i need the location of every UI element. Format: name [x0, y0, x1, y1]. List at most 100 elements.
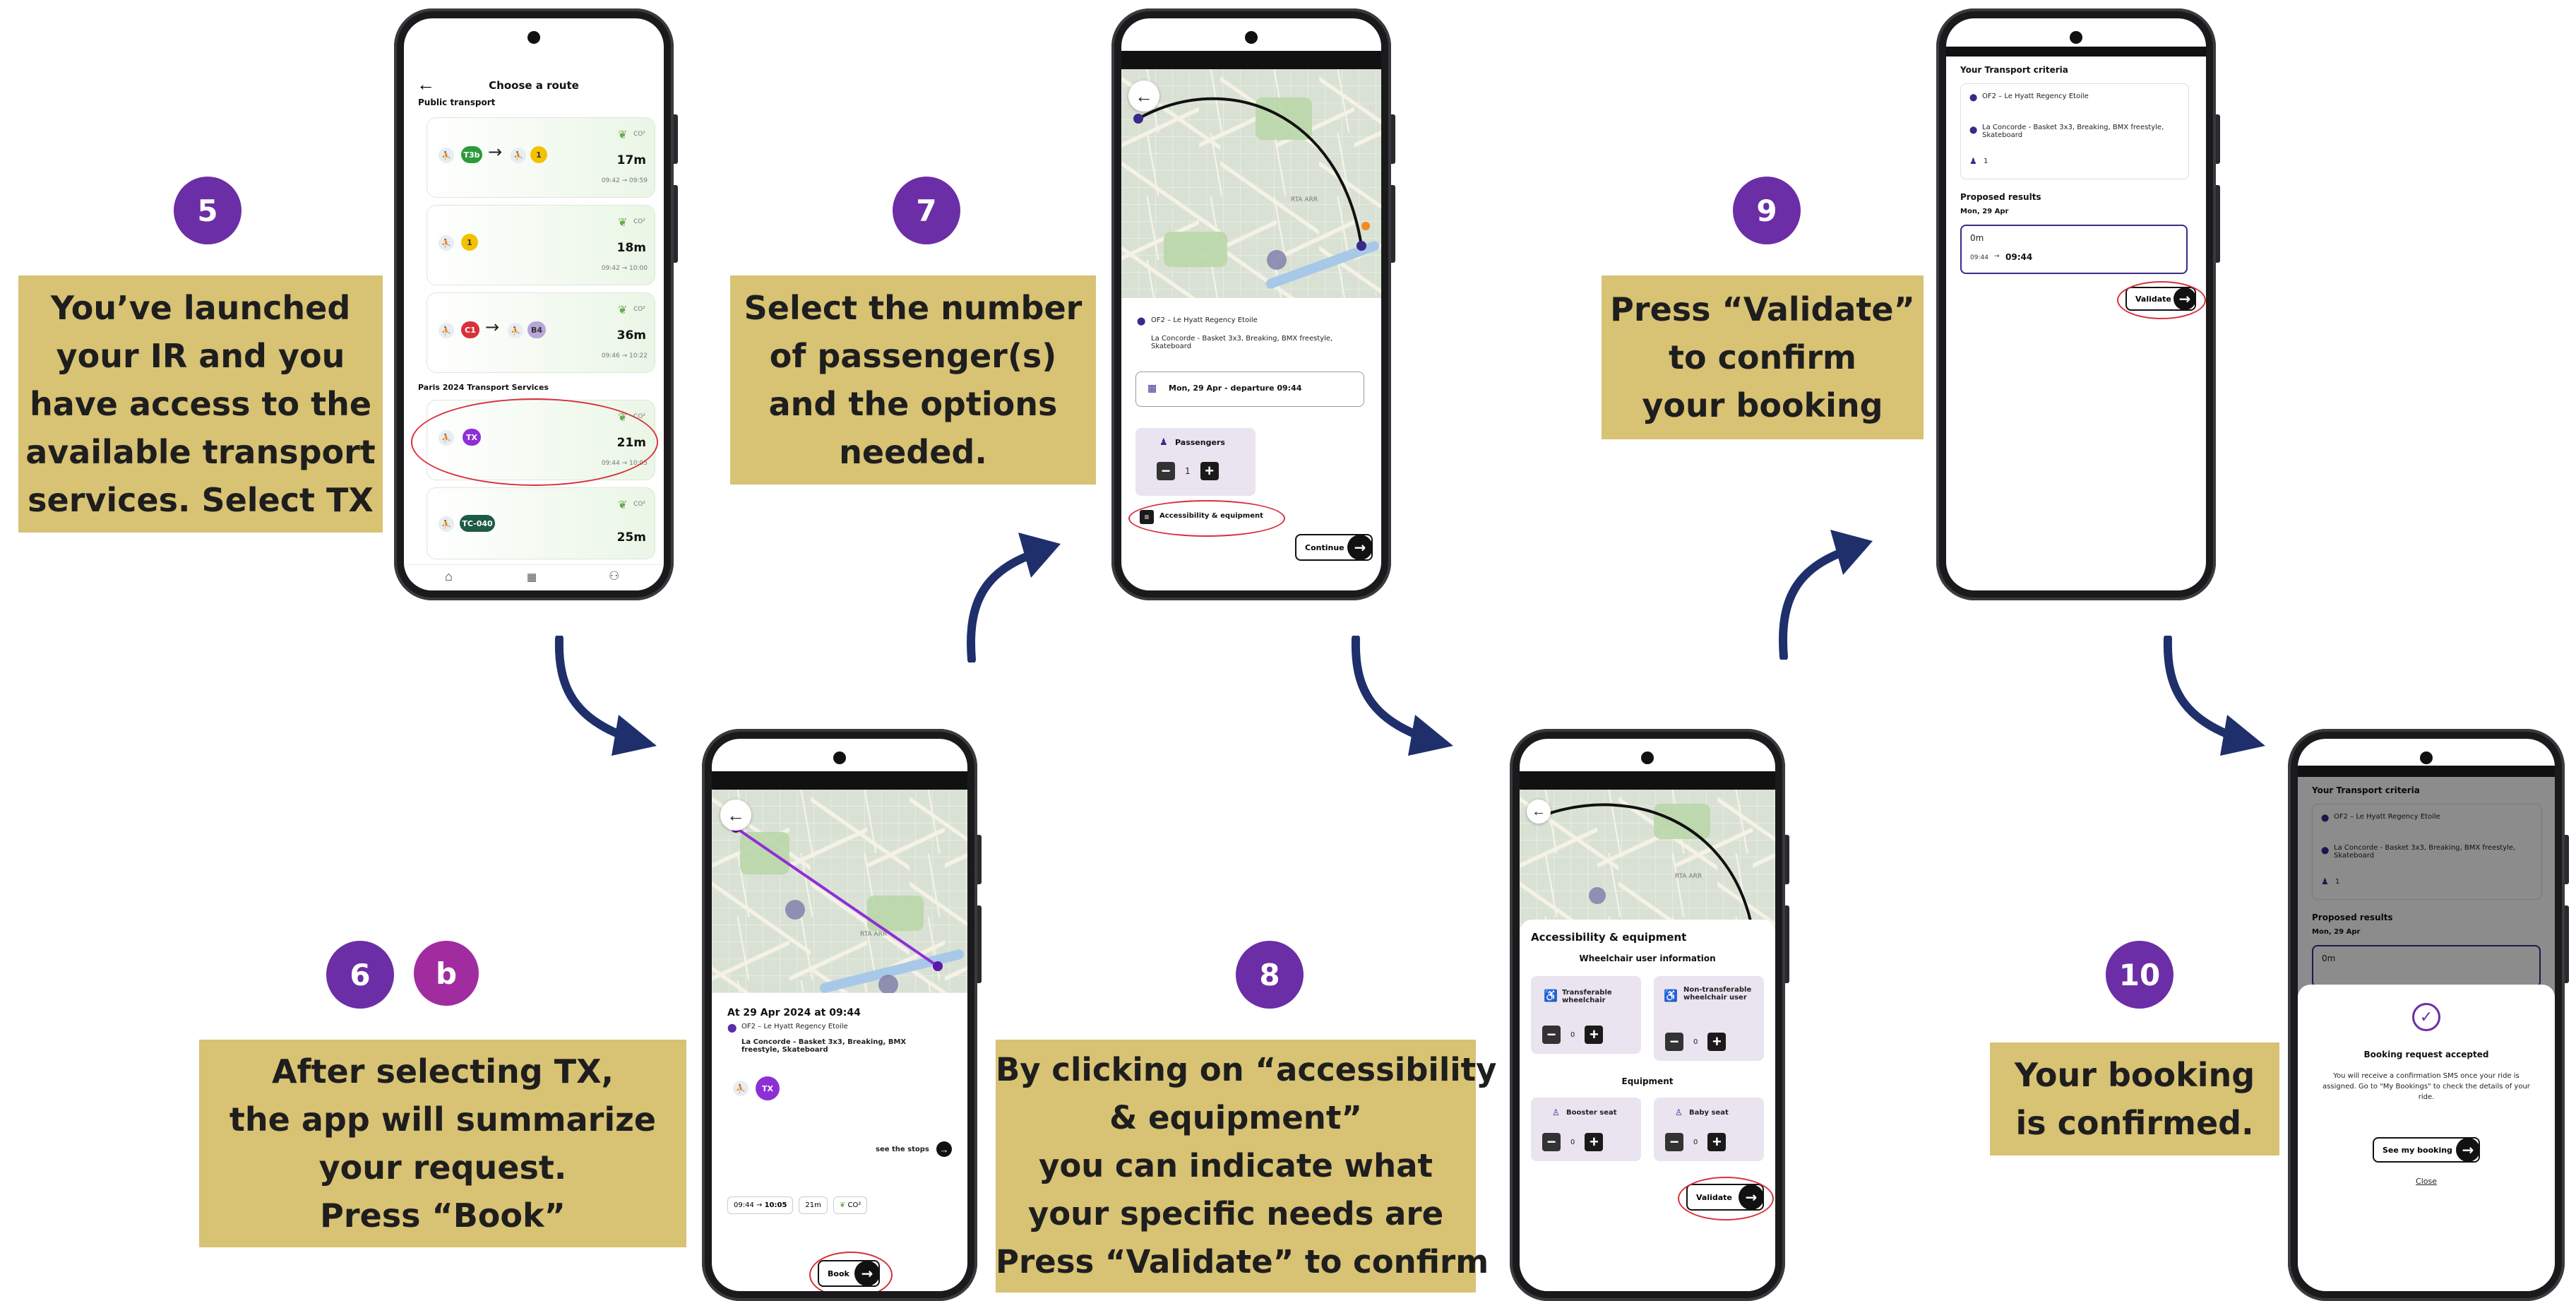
map-label: RTA ARR: [1675, 873, 1703, 880]
see-stops-arrow-icon[interactable]: →: [936, 1141, 952, 1157]
screen-confirmed: Your Transport criteria ⬤ OF2 – Le Hyatt…: [2298, 739, 2555, 1291]
transfer-arrow-icon: →: [485, 317, 500, 337]
route-times: 09:42 → 09:59: [601, 177, 648, 184]
continue-button[interactable]: Continue →: [1295, 534, 1373, 561]
route-card-tc040[interactable]: ⛹ TC-040 ❦ CO² 25m: [427, 487, 655, 559]
minus-button[interactable]: −: [1665, 1133, 1683, 1151]
date-field[interactable]: ▦ Mon, 29 Apr - departure 09:44: [1135, 372, 1364, 407]
screen-choose-route: ← Choose a route Public transport ⛹ T3b …: [404, 18, 664, 590]
minus-button[interactable]: −: [1665, 1033, 1683, 1051]
result-card[interactable]: 0m 09:44 → 09:44: [1960, 225, 2188, 274]
back-button[interactable]: ←: [720, 800, 751, 831]
minus-button[interactable]: −: [1542, 1133, 1561, 1151]
camera-dot: [527, 31, 540, 44]
camera-dot: [1641, 752, 1654, 764]
screen-validate: Your Transport criteria ⬤ OF2 – Le Hyatt…: [1946, 18, 2206, 590]
calendar-icon[interactable]: ▦: [527, 571, 537, 583]
booster-seat-box: ♙ Booster seat − 0 +: [1531, 1098, 1641, 1161]
results-title: Proposed results: [1960, 192, 2041, 202]
see-stops-link[interactable]: see the stops: [876, 1146, 929, 1153]
section-paris-2024: Paris 2024 Transport Services: [418, 383, 549, 392]
co2-label: CO²: [633, 306, 645, 313]
highlight-ring: [1678, 1177, 1774, 1220]
plus-button[interactable]: +: [1707, 1133, 1727, 1151]
equipment-title: Equipment: [1621, 1076, 1674, 1086]
leaf-icon: ❦: [839, 1201, 846, 1209]
pin-icon: ⬤: [1137, 317, 1146, 326]
plus-button[interactable]: +: [1585, 1026, 1604, 1044]
pin-icon: ⬤: [1969, 126, 1978, 134]
step-9-badge: 9: [1733, 177, 1801, 244]
step-8-badge: 8: [1236, 941, 1304, 1009]
step-7-caption: Select the number of passenger(s) and the …: [730, 275, 1096, 485]
destination-text: La Concorde - Basket 3x3, Breaking, BMX …: [1151, 335, 1333, 350]
screen-accessibility: RTA ARR ← Accessibility & equipment Whee…: [1520, 739, 1775, 1291]
leaf-icon: ❦: [618, 129, 628, 141]
route-times: 09:42 → 10:00: [601, 265, 648, 272]
walk-icon: ⛹: [439, 148, 454, 163]
walk-icon: ⛹: [439, 516, 454, 532]
see-my-booking-button[interactable]: See my booking →: [2373, 1137, 2480, 1163]
home-icon[interactable]: ⌂: [445, 569, 453, 584]
route-map: RTA ARR ←: [1520, 790, 1775, 931]
passengers-label: Passengers: [1175, 438, 1225, 447]
dep-time: 09:44: [734, 1201, 754, 1209]
co2-label: CO²: [633, 218, 645, 225]
route-card-3[interactable]: ⛹ C1 → ⛹ B4 ❦ CO² 36m 09:46 → 10:22: [427, 292, 655, 373]
highlight-ring: [809, 1252, 893, 1291]
line-badge: T3b: [461, 146, 482, 163]
duration-chip: 21m: [799, 1196, 828, 1214]
status-bar: [1121, 51, 1381, 69]
camera-dot: [2420, 752, 2433, 764]
user-icon[interactable]: ⚇: [609, 569, 619, 583]
status-bar: [2298, 766, 2555, 777]
arrow-icon: →: [1994, 253, 2000, 260]
arrow-right-icon: →: [1347, 535, 1373, 560]
step-10-caption: Your booking is confirmed.: [1990, 1042, 2279, 1156]
seat-icon: ♙: [1552, 1107, 1560, 1117]
line-badge: B4: [527, 321, 546, 338]
step-10-badge: 10: [2106, 941, 2174, 1009]
leaf-icon: ❦: [618, 217, 628, 229]
check-circle-icon: ✓: [2412, 1003, 2440, 1031]
route-duration: 18m: [616, 241, 646, 255]
step-6b-badge: b: [414, 941, 479, 1006]
back-button[interactable]: ←: [1128, 81, 1159, 112]
plus-button[interactable]: +: [1707, 1033, 1727, 1051]
flow-arrow-7-to-8: [1351, 636, 1453, 756]
flow-arrow-8-to-9: [1779, 530, 1873, 660]
highlight-ring: [411, 398, 658, 486]
origin-text: OF2 – Le Hyatt Regency Etoile: [1982, 93, 2089, 100]
destination-text: La Concorde - Basket 3x3, Breaking, BMX …: [741, 1038, 907, 1054]
route-card-1[interactable]: ⛹ T3b → ⛹ 1 ❦ CO² 17m 09:42 → 09:59: [427, 117, 655, 198]
step-5-caption: You’ve launched your IR and you have acces…: [18, 275, 383, 533]
minus-button[interactable]: −: [1542, 1026, 1561, 1044]
close-link[interactable]: Close: [2298, 1177, 2555, 1186]
person-icon: ♟: [1969, 156, 1977, 166]
camera-dot: [1245, 31, 1258, 44]
seat-icon: ♙: [1675, 1107, 1683, 1117]
status-bar: [1520, 771, 1775, 790]
route-duration: 36m: [616, 328, 646, 343]
wheelchair-title: Wheelchair user information: [1579, 954, 1716, 963]
pin-icon: ⬤: [727, 1023, 737, 1033]
count-value: 0: [1693, 1138, 1698, 1146]
results-date: Mon, 29 Apr: [1960, 208, 2009, 215]
confirmation-modal: ✓ Booking request accepted You will rece…: [2298, 985, 2555, 1291]
screen-summary: RTA ARR ← At 29 Apr 2024 at 09:44 ⬤ OF2 …: [712, 739, 967, 1291]
baby-label: Baby seat: [1689, 1109, 1729, 1117]
route-card-2[interactable]: ⛹ 1 ❦ CO² 18m 09:42 → 10:00: [427, 205, 655, 285]
minus-button[interactable]: −: [1157, 462, 1175, 480]
phone-step-9: Your Transport criteria ⬤ OF2 – Le Hyatt…: [1936, 8, 2220, 600]
plus-button[interactable]: +: [1585, 1133, 1604, 1151]
status-bar: [712, 771, 967, 790]
phone-step-7: RTA ARR ← ⬤ OF2 – Le Hyatt Regency Etoil…: [1111, 8, 1395, 600]
back-button[interactable]: ←: [1527, 800, 1551, 824]
passengers-box: ♟ Passengers − 1 +: [1135, 428, 1256, 496]
plus-button[interactable]: +: [1200, 462, 1219, 480]
count-value: 0: [1693, 1038, 1698, 1046]
trip-datetime: At 29 Apr 2024 at 09:44: [727, 1007, 861, 1018]
modal-title: Booking request accepted: [2363, 1050, 2489, 1059]
transferable-wheelchair-box: ♿ Transferable wheelchair − 0 +: [1531, 976, 1641, 1054]
step-6-badge: 6: [326, 941, 394, 1009]
